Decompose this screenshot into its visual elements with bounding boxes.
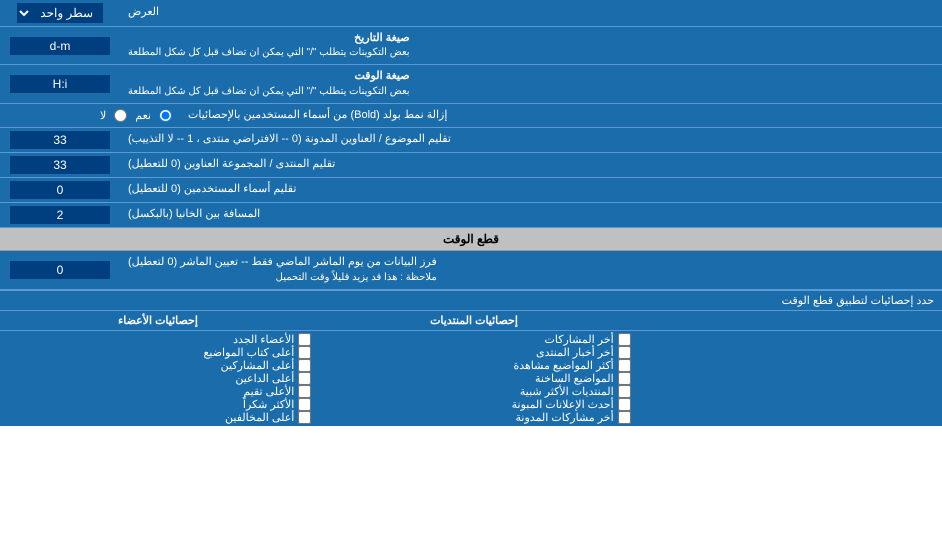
bold-no-radio[interactable]	[114, 109, 127, 122]
cb-similar-forums[interactable]	[618, 385, 631, 398]
col-header-forums: إحصائيات المنتديات	[316, 311, 632, 330]
row-date-format: صيغة التاريخ بعض التكوينات يتطلب "/" الت…	[0, 27, 942, 65]
checkboxes-section: حدد إحصائيات لتطبيق قطع الوقت إحصائيات ا…	[0, 290, 942, 426]
row-time-format: صيغة الوقت بعض التكوينات يتطلب "/" التي …	[0, 65, 942, 103]
col-forums: أخر المشاركات أخر أخبار المنتدى أكثر الم…	[319, 331, 638, 426]
users-count-label: تقليم أسماء المستخدمين (0 للتعطيل)	[120, 178, 942, 202]
cb-last-posts[interactable]	[618, 333, 631, 346]
list-item: أخر أخبار المنتدى	[327, 346, 630, 359]
col-header-members: إحصائيات الأعضاء	[0, 311, 316, 330]
cb-recent-ads[interactable]	[618, 398, 631, 411]
cb-top-rated[interactable]	[298, 385, 311, 398]
cb-most-viewed[interactable]	[618, 359, 631, 372]
bold-no-label: لا	[100, 109, 106, 122]
list-item: أعلى كتاب المواضيع	[8, 346, 311, 359]
row-users-count: تقليم أسماء المستخدمين (0 للتعطيل)	[0, 178, 942, 203]
row-forum-count: تقليم المنتدى / المجموعة العناوين (0 للت…	[0, 153, 942, 178]
forum-count-input-cell	[0, 153, 120, 177]
cb-top-violators[interactable]	[298, 411, 311, 424]
cb-hot-topics[interactable]	[618, 372, 631, 385]
list-item: أعلى الداعين	[8, 372, 311, 385]
list-item: أكثر المواضيع مشاهدة	[327, 359, 630, 372]
bold-label: إزالة نمط بولد (Bold) من أسماء المستخدمي…	[180, 104, 942, 127]
row-cutoff: فرز البيانات من يوم الماشر الماضي فقط --…	[0, 251, 942, 289]
list-item: المنتديات الأكثر شبية	[327, 385, 630, 398]
cb-blog-posts[interactable]	[618, 411, 631, 424]
list-item: أخر المشاركات	[327, 333, 630, 346]
date-format-label: صيغة التاريخ بعض التكوينات يتطلب "/" الت…	[120, 27, 942, 64]
list-item: المواضيع الساخنة	[327, 372, 630, 385]
cutoff-input-cell	[0, 251, 120, 288]
row-bold: إزالة نمط بولد (Bold) من أسماء المستخدمي…	[0, 104, 942, 128]
row-spacing: المسافة بين الخانيا (بالبكسل)	[0, 203, 942, 228]
cb-top-participants[interactable]	[298, 359, 311, 372]
cutoff-label: فرز البيانات من يوم الماشر الماضي فقط --…	[120, 251, 942, 288]
cb-top-inviters[interactable]	[298, 372, 311, 385]
bold-radio-cell: نعم لا	[0, 104, 180, 127]
col-empty	[639, 331, 942, 426]
cb-top-writers[interactable]	[298, 346, 311, 359]
row-ard: العرض سطر واحد سطرين ثلاثة أسطر	[0, 0, 942, 27]
list-item: أعلى المخالفين	[8, 411, 311, 424]
list-item: أعلى المشاركين	[8, 359, 311, 372]
time-format-label: صيغة الوقت بعض التكوينات يتطلب "/" التي …	[120, 65, 942, 102]
ard-select-cell: سطر واحد سطرين ثلاثة أسطر	[0, 0, 120, 26]
list-item: الأعلى تقيم	[8, 385, 311, 398]
bold-yes-label: نعم	[135, 109, 151, 122]
users-count-input-cell	[0, 178, 120, 202]
cb-last-news[interactable]	[618, 346, 631, 359]
topics-count-input[interactable]	[10, 131, 110, 149]
checkboxes-body: أخر المشاركات أخر أخبار المنتدى أكثر الم…	[0, 331, 942, 426]
forum-count-input[interactable]	[10, 156, 110, 174]
cb-most-thankful[interactable]	[298, 398, 311, 411]
ard-label: العرض	[120, 0, 942, 26]
cb-new-members[interactable]	[298, 333, 311, 346]
section-cutoff-header: قطع الوقت	[0, 228, 942, 251]
col-members: الأعضاء الجدد أعلى كتاب المواضيع أعلى ال…	[0, 331, 319, 426]
ard-select[interactable]: سطر واحد سطرين ثلاثة أسطر	[17, 3, 103, 23]
spacing-input[interactable]	[10, 206, 110, 224]
users-count-input[interactable]	[10, 181, 110, 199]
time-format-input[interactable]	[10, 75, 110, 93]
checkboxes-headers: إحصائيات المنتديات إحصائيات الأعضاء	[0, 311, 942, 331]
spacing-input-cell	[0, 203, 120, 227]
list-item: أخر مشاركات المدونة	[327, 411, 630, 424]
cutoff-input[interactable]	[10, 261, 110, 279]
list-item: الأكثر شكراً	[8, 398, 311, 411]
forum-count-label: تقليم المنتدى / المجموعة العناوين (0 للت…	[120, 153, 942, 177]
limit-label-row: حدد إحصائيات لتطبيق قطع الوقت	[0, 291, 942, 311]
col-header-empty	[632, 311, 942, 330]
date-format-input[interactable]	[10, 37, 110, 55]
topics-count-input-cell	[0, 128, 120, 152]
row-topics-count: تقليم الموضوع / العناوين المدونة (0 -- ا…	[0, 128, 942, 153]
list-item: الأعضاء الجدد	[8, 333, 311, 346]
date-format-input-cell	[0, 27, 120, 64]
spacing-label: المسافة بين الخانيا (بالبكسل)	[120, 203, 942, 227]
topics-count-label: تقليم الموضوع / العناوين المدونة (0 -- ا…	[120, 128, 942, 152]
list-item: أحدث الإعلانات المبونة	[327, 398, 630, 411]
time-format-input-cell	[0, 65, 120, 102]
bold-yes-radio[interactable]	[159, 109, 172, 122]
